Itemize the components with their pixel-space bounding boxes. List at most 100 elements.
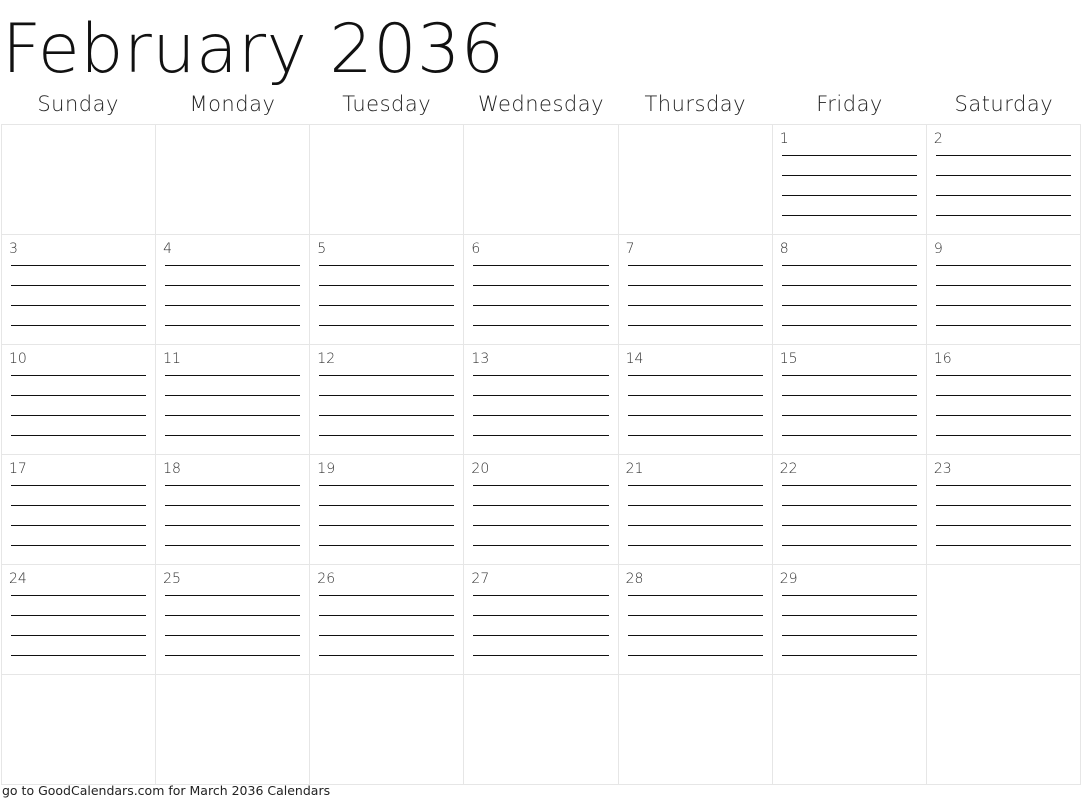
note-line (935, 485, 1071, 486)
note-line (319, 505, 455, 506)
day-cell: 22 (772, 455, 927, 565)
note-line (627, 395, 763, 396)
day-number: 17 (9, 461, 27, 477)
day-number: 9 (933, 241, 943, 257)
note-line (319, 305, 455, 306)
note-line (473, 525, 609, 526)
day-number: 10 (9, 351, 27, 367)
note-line (627, 305, 763, 306)
empty-cell (464, 675, 619, 785)
note-line (11, 635, 147, 636)
weekday-header: Sunday Monday Tuesday Wednesday Thursday… (1, 92, 1081, 116)
day-cell: 3 (2, 235, 157, 345)
day-number: 13 (471, 351, 490, 367)
note-line (935, 435, 1071, 436)
note-line (11, 485, 147, 486)
day-cell: 17 (2, 455, 157, 565)
calendar-title: February 2036 (2, 10, 505, 89)
weekday-friday: Friday (816, 92, 883, 116)
day-number: 6 (471, 241, 481, 257)
day-cell: 14 (618, 345, 773, 455)
note-line (319, 325, 455, 326)
note-line (935, 545, 1071, 546)
day-number: 18 (163, 461, 181, 477)
note-line (473, 375, 609, 376)
day-number: 20 (471, 461, 490, 477)
note-line (11, 525, 147, 526)
note-line (627, 635, 763, 636)
note-line (473, 325, 609, 326)
note-line (627, 415, 763, 416)
empty-cell (310, 125, 465, 235)
footer-link[interactable]: go to GoodCalendars.com for March 2036 C… (2, 783, 330, 798)
weekday-thursday: Thursday (644, 92, 747, 116)
note-line (627, 435, 763, 436)
day-cell: 2 (926, 125, 1081, 235)
day-number: 22 (779, 461, 798, 477)
note-line (473, 545, 609, 546)
day-cell: 24 (2, 565, 157, 675)
note-line (935, 525, 1071, 526)
weekday-tuesday: Tuesday (342, 92, 432, 116)
note-line (11, 545, 147, 546)
day-number: 11 (163, 351, 181, 367)
note-line (165, 615, 301, 616)
empty-cell (618, 125, 773, 235)
note-line (11, 325, 147, 326)
note-line (935, 285, 1071, 286)
note-line (781, 155, 917, 156)
note-line (165, 595, 301, 596)
note-line (11, 285, 147, 286)
note-line (781, 525, 917, 526)
empty-cell (2, 675, 157, 785)
day-cell: 29 (772, 565, 927, 675)
note-line (11, 395, 147, 396)
note-line (781, 175, 917, 176)
day-cell: 9 (926, 235, 1081, 345)
note-line (473, 485, 609, 486)
note-line (935, 155, 1071, 156)
note-line (319, 655, 455, 656)
note-line (627, 485, 763, 486)
note-line (781, 415, 917, 416)
note-line (935, 325, 1071, 326)
note-line (319, 375, 455, 376)
day-cell: 19 (310, 455, 465, 565)
note-line (11, 435, 147, 436)
note-line (781, 285, 917, 286)
note-line (319, 415, 455, 416)
note-line (935, 415, 1071, 416)
empty-cell (156, 675, 311, 785)
day-cell: 27 (464, 565, 619, 675)
note-line (473, 505, 609, 506)
note-line (319, 395, 455, 396)
day-number: 5 (317, 241, 327, 257)
note-line (473, 305, 609, 306)
day-cell: 12 (310, 345, 465, 455)
note-line (11, 265, 147, 266)
note-line (781, 435, 917, 436)
empty-cell (464, 125, 619, 235)
day-cell: 5 (310, 235, 465, 345)
note-line (11, 655, 147, 656)
note-line (165, 635, 301, 636)
empty-cell (2, 125, 157, 235)
note-line (473, 265, 609, 266)
day-cell: 20 (464, 455, 619, 565)
day-cell: 25 (156, 565, 311, 675)
note-line (319, 545, 455, 546)
note-line (781, 635, 917, 636)
note-line (781, 195, 917, 196)
note-line (935, 175, 1071, 176)
day-cell: 4 (156, 235, 311, 345)
note-line (627, 505, 763, 506)
day-number: 23 (933, 461, 952, 477)
day-cell: 10 (2, 345, 157, 455)
note-line (627, 525, 763, 526)
empty-cell (926, 565, 1081, 675)
note-line (627, 375, 763, 376)
note-line (165, 525, 301, 526)
note-line (781, 615, 917, 616)
day-number: 26 (317, 571, 336, 587)
day-number: 27 (471, 571, 490, 587)
